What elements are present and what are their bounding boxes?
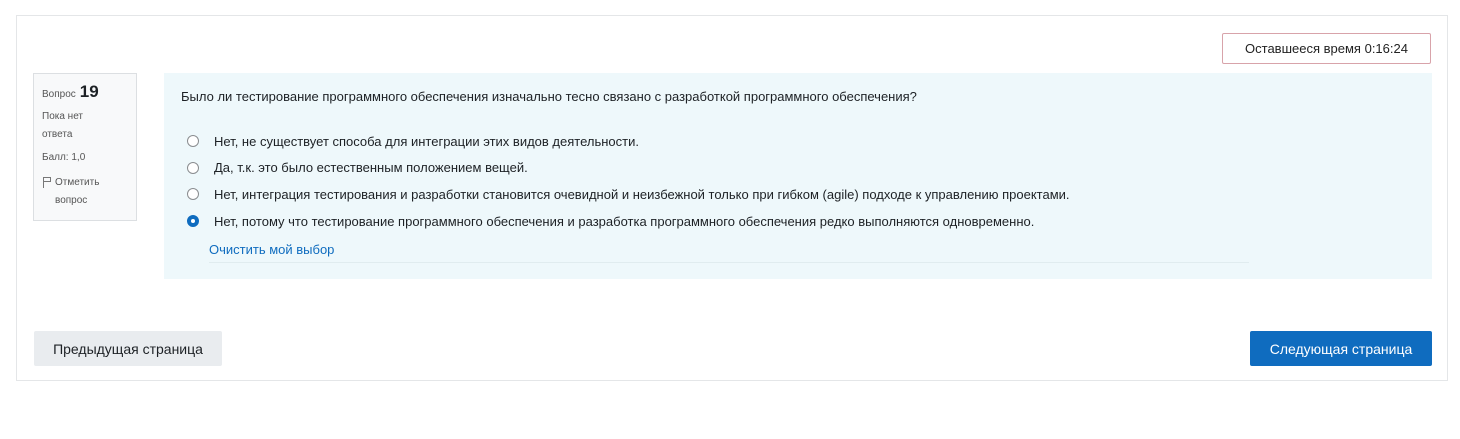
answer-radio-3[interactable]: [187, 188, 199, 201]
question-label: Вопрос: [42, 89, 76, 100]
answer-label-2: Да, т.к. это было естественным положение…: [214, 160, 528, 176]
question-state: Пока нет ответа: [42, 111, 84, 140]
previous-page-button[interactable]: Предыдущая страница: [34, 331, 222, 366]
question-grade: Балл: 1,0: [42, 152, 86, 163]
quiz-timer: Оставшееся время 0:16:24: [1222, 33, 1431, 64]
answer-option-1[interactable]: Нет, не существует способа для интеграци…: [187, 128, 1070, 155]
answer-label-1: Нет, не существует способа для интеграци…: [214, 133, 639, 149]
flag-question-link[interactable]: Отметить вопрос: [42, 174, 128, 210]
answer-radio-2[interactable]: [187, 161, 199, 174]
next-page-button[interactable]: Следующая страница: [1250, 331, 1432, 366]
divider: [209, 262, 1249, 263]
answer-radio-4[interactable]: [187, 215, 199, 228]
answer-list: Нет, не существует способа для интеграци…: [187, 128, 1070, 234]
answer-label-4: Нет, потому что тестирование программног…: [214, 213, 1035, 229]
question-info-panel: Вопрос 19 Пока нет ответа Балл: 1,0 Отме…: [33, 73, 137, 221]
answer-label-3: Нет, интеграция тестирования и разработк…: [214, 186, 1070, 202]
answer-option-3[interactable]: Нет, интеграция тестирования и разработк…: [187, 181, 1070, 208]
flag-icon: [42, 177, 52, 189]
question-number-line: Вопрос 19: [42, 82, 128, 102]
clear-choice-link[interactable]: Очистить мой выбор: [209, 242, 334, 257]
flag-question-label: Отметить вопрос: [55, 177, 100, 206]
question-text: Было ли тестирование программного обеспе…: [181, 89, 917, 104]
question-number: 19: [79, 82, 99, 101]
answer-radio-1[interactable]: [187, 135, 199, 148]
answer-option-4[interactable]: Нет, потому что тестирование программног…: [187, 208, 1070, 235]
answer-option-2[interactable]: Да, т.к. это было естественным положение…: [187, 155, 1070, 182]
question-content: Было ли тестирование программного обеспе…: [164, 73, 1432, 279]
